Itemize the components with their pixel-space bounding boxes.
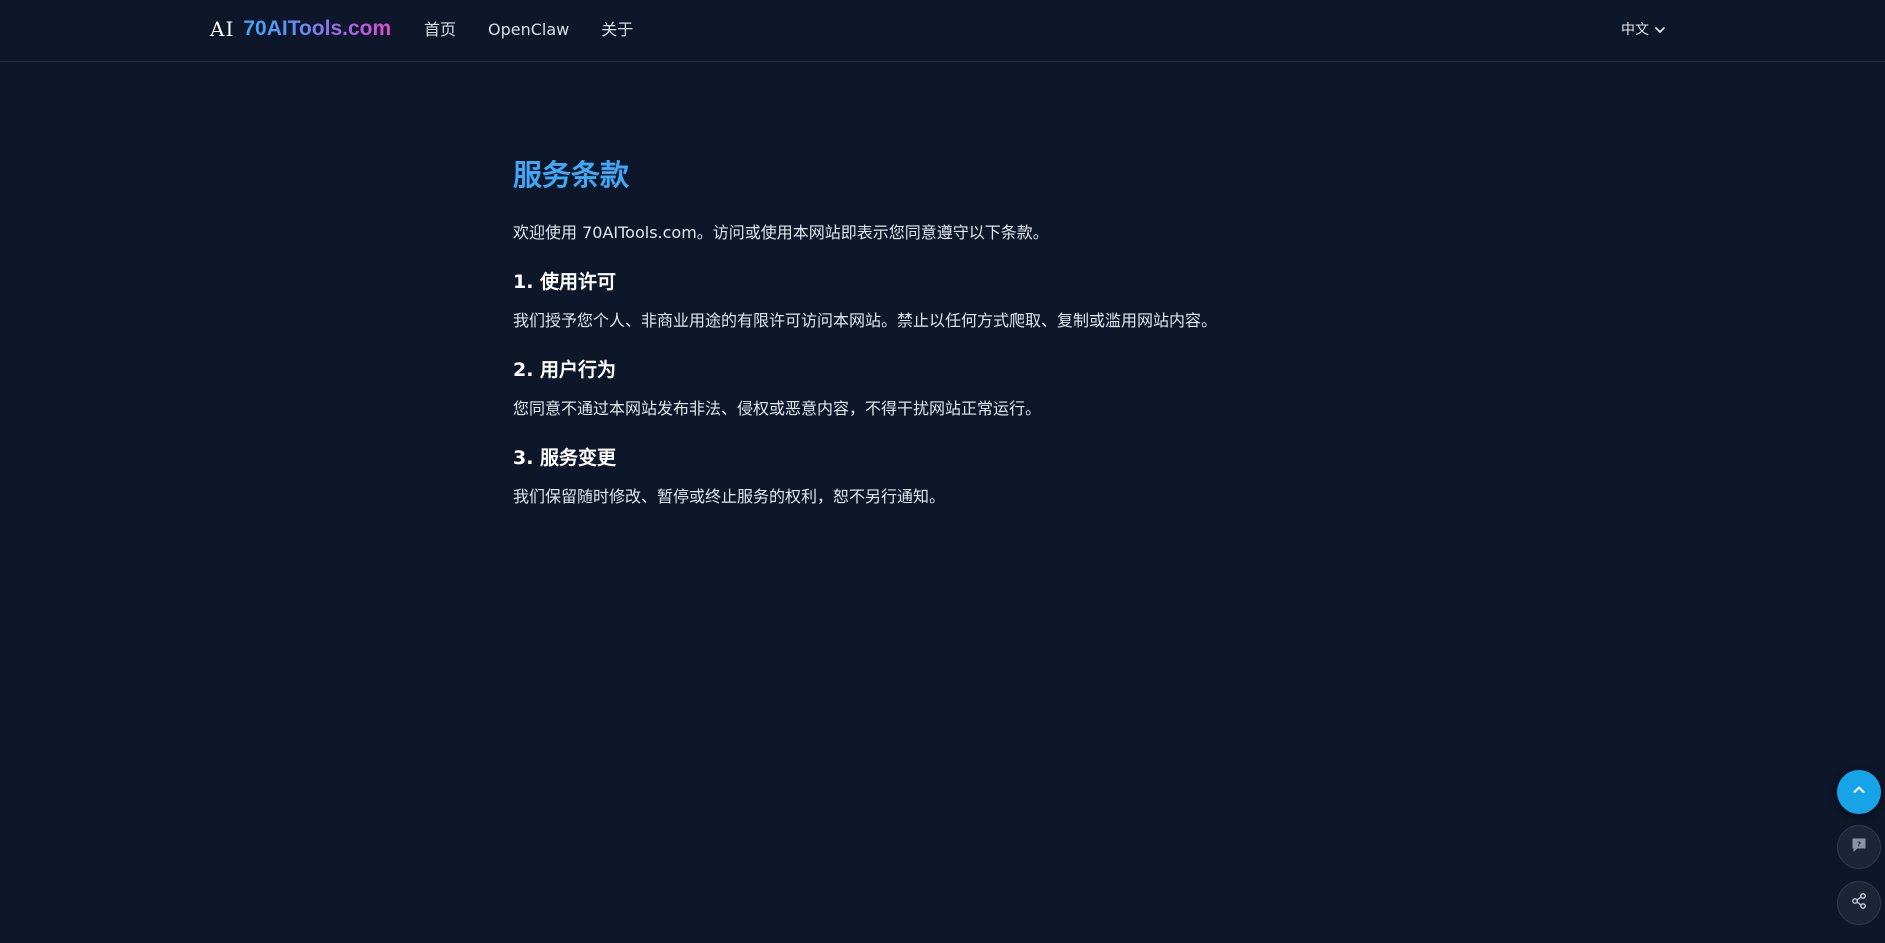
site-logo[interactable]: AI 70AITools.com <box>210 13 391 45</box>
section-heading: 2. 用户行为 <box>513 359 617 381</box>
logo-text: 70AITools.com <box>243 13 391 45</box>
logo-mark: AI <box>210 17 235 41</box>
language-selector[interactable]: 中文 <box>1621 19 1666 41</box>
nav-item-about[interactable]: 关于 <box>601 19 633 41</box>
share-button[interactable] <box>1837 881 1881 925</box>
section-body: 我们保留随时修改、暂停或终止服务的权利，恕不另行通知。 <box>513 487 946 506</box>
chevron-up-icon <box>1851 782 1867 802</box>
page-title: 服务条款 <box>513 158 630 192</box>
chevron-down-icon <box>1654 24 1666 36</box>
intro-paragraph: 欢迎使用 70AITools.com。访问或使用本网站即表示您同意遵守以下条款。 <box>513 223 1049 242</box>
site-header: AI 70AITools.com 首页 OpenClaw 关于 中文 <box>0 0 1885 62</box>
feedback-icon: ? <box>1850 836 1868 858</box>
terms-content: 服务条款 欢迎使用 70AITools.com。访问或使用本网站即表示您同意遵守… <box>513 152 1373 531</box>
terms-section: 3. 服务变更 我们保留随时修改、暂停或终止服务的权利，恕不另行通知。 <box>513 443 1373 509</box>
nav-item-openclaw[interactable]: OpenClaw <box>488 19 569 41</box>
section-heading: 1. 使用许可 <box>513 271 617 293</box>
section-body: 您同意不通过本网站发布非法、侵权或恶意内容，不得干扰网站正常运行。 <box>513 399 1042 418</box>
language-label: 中文 <box>1621 22 1649 38</box>
share-icon <box>1850 892 1868 914</box>
terms-section: 1. 使用许可 我们授予您个人、非商业用途的有限许可访问本网站。禁止以任何方式爬… <box>513 267 1373 333</box>
section-body: 我们授予您个人、非商业用途的有限许可访问本网站。禁止以任何方式爬取、复制或滥用网… <box>513 311 1218 330</box>
nav-item-home[interactable]: 首页 <box>424 19 456 41</box>
main-nav: 首页 OpenClaw 关于 <box>424 19 633 41</box>
feedback-button[interactable]: ? <box>1837 825 1881 869</box>
section-heading: 3. 服务变更 <box>513 447 617 469</box>
terms-section: 2. 用户行为 您同意不通过本网站发布非法、侵权或恶意内容，不得干扰网站正常运行… <box>513 355 1373 421</box>
back-to-top-button[interactable] <box>1837 770 1881 814</box>
svg-text:?: ? <box>1857 841 1861 849</box>
